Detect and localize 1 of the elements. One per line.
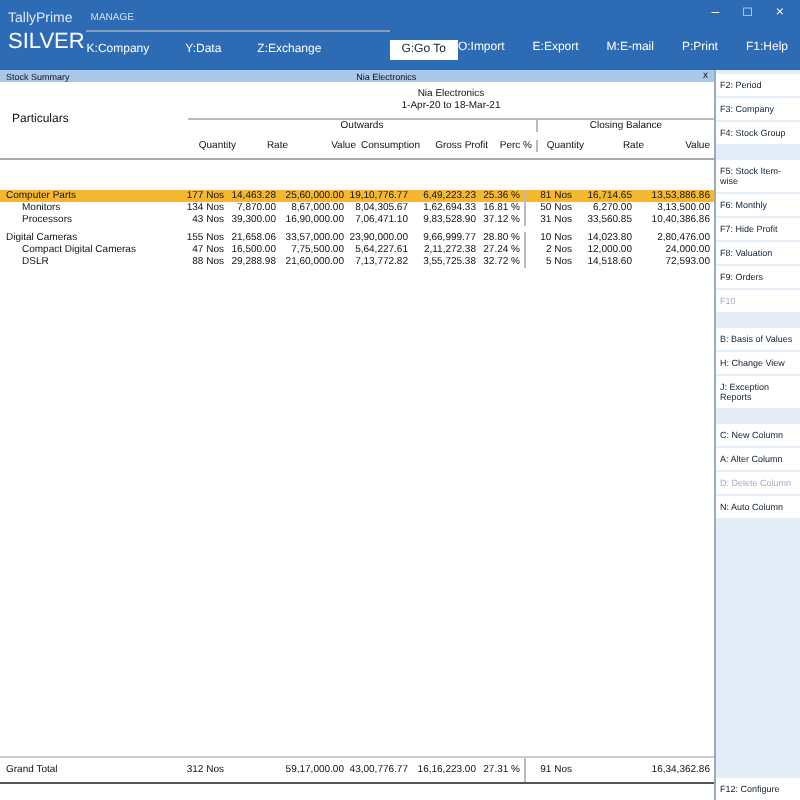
edition-label: SILVER [8,30,87,54]
